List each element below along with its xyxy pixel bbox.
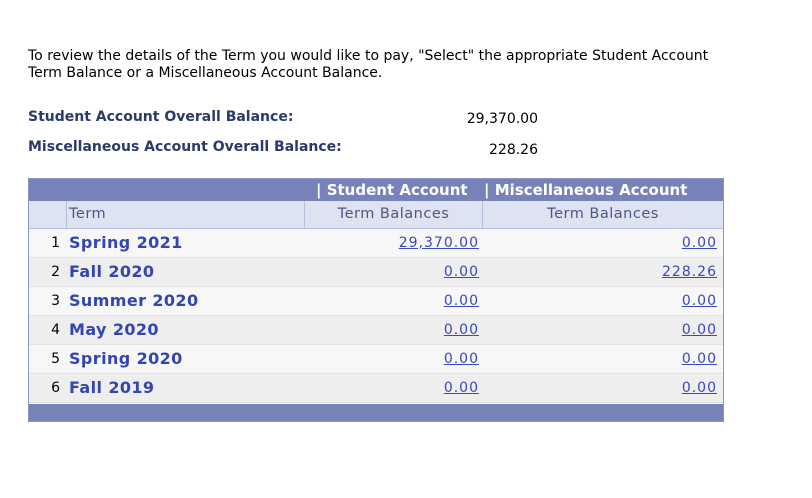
term-link[interactable]: Spring 2021 — [69, 233, 183, 252]
instructions-text: To review the details of the Term you wo… — [28, 48, 709, 81]
row-number: 5 — [51, 351, 60, 367]
term-link[interactable]: Spring 2020 — [69, 349, 183, 368]
table-row: 1 Spring 2021 29,370.00 0.00 — [29, 229, 723, 258]
misc-balance-link[interactable]: 0.00 — [682, 380, 717, 396]
row-number: 2 — [51, 264, 60, 280]
table-row: 3 Summer 2020 0.00 0.00 — [29, 287, 723, 316]
misc-balance-link[interactable]: 0.00 — [682, 322, 717, 338]
row-number: 3 — [51, 293, 60, 309]
term-link[interactable]: Fall 2019 — [69, 378, 154, 397]
row-number: 4 — [51, 322, 60, 338]
table-row: 5 Spring 2020 0.00 0.00 — [29, 345, 723, 374]
term-link[interactable]: Fall 2020 — [69, 262, 154, 281]
student-balance-link[interactable]: 0.00 — [444, 322, 479, 338]
grid-footer-bar — [29, 404, 723, 421]
term-balances-grid: | Student Account | Miscellaneous Accoun… — [28, 178, 724, 422]
column-header-student-term-balances[interactable]: Term Balances — [305, 201, 483, 228]
student-balance-link[interactable]: 0.00 — [444, 264, 479, 280]
student-overall-balance-value: 29,370.00 — [466, 111, 538, 127]
misc-overall-balance-label: Miscellaneous Account Overall Balance: — [28, 139, 342, 155]
student-account-group-label: | Student Account — [316, 181, 468, 199]
student-balance-link[interactable]: 0.00 — [444, 351, 479, 367]
term-link[interactable]: May 2020 — [69, 320, 159, 339]
term-link[interactable]: Summer 2020 — [69, 291, 199, 310]
grid-rows: 1 Spring 2021 29,370.00 0.00 2 Fall 2020… — [29, 229, 723, 403]
grid-column-headers: Term Term Balances Term Balances — [29, 201, 723, 229]
misc-balance-link[interactable]: 0.00 — [682, 351, 717, 367]
misc-balance-link[interactable]: 228.26 — [662, 264, 717, 280]
column-header-row-number — [29, 201, 67, 228]
student-balance-link[interactable]: 0.00 — [444, 293, 479, 309]
misc-balance-link[interactable]: 0.00 — [682, 293, 717, 309]
table-row: 6 Fall 2019 0.00 0.00 — [29, 374, 723, 403]
row-number: 1 — [51, 235, 60, 251]
row-number: 6 — [51, 380, 60, 396]
student-overall-balance-label: Student Account Overall Balance: — [28, 109, 294, 125]
misc-overall-balance-value: 228.26 — [489, 142, 538, 158]
student-balance-link[interactable]: 29,370.00 — [399, 235, 479, 251]
student-balance-link[interactable]: 0.00 — [444, 380, 479, 396]
grid-group-header: | Student Account | Miscellaneous Accoun… — [29, 179, 723, 201]
misc-balance-link[interactable]: 0.00 — [682, 235, 717, 251]
column-header-term[interactable]: Term — [67, 201, 305, 228]
misc-account-group-label: | Miscellaneous Account — [484, 181, 688, 199]
column-header-misc-term-balances[interactable]: Term Balances — [483, 201, 723, 228]
table-row: 2 Fall 2020 0.00 228.26 — [29, 258, 723, 287]
table-row: 4 May 2020 0.00 0.00 — [29, 316, 723, 345]
